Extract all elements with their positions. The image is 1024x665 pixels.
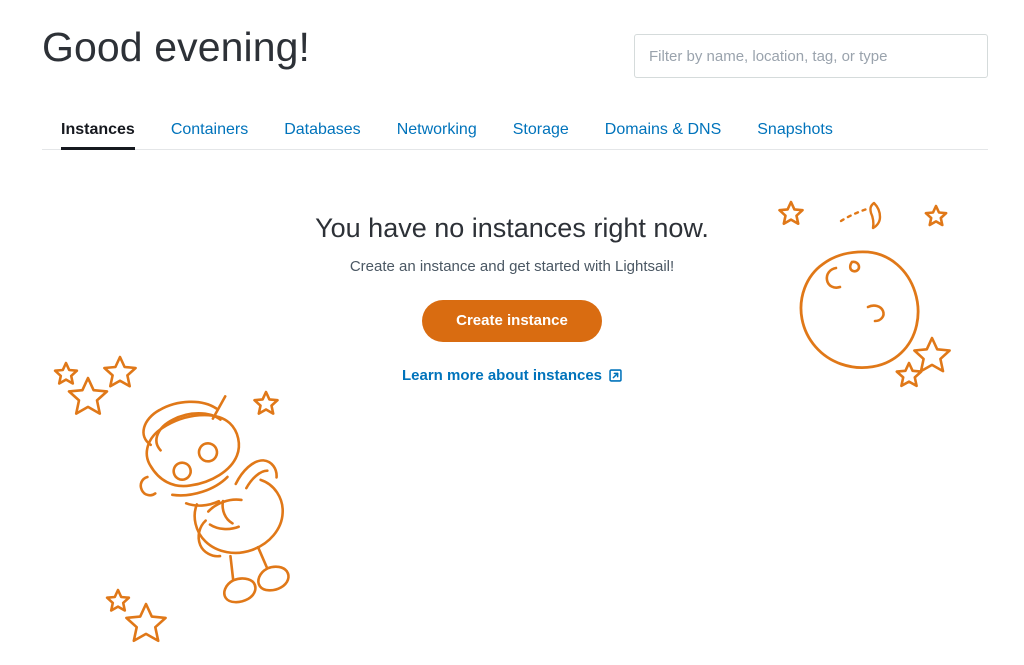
tab-label: Containers <box>170 121 249 138</box>
filter-container <box>634 34 988 78</box>
create-instance-button[interactable]: Create instance <box>422 299 602 343</box>
learn-more-label: Learn more about instances <box>401 367 603 385</box>
page-header: Good evening! <box>0 0 1024 78</box>
tab-label: Snapshots <box>757 121 833 138</box>
tab-label: Networking <box>396 121 477 138</box>
page-title: Good evening! <box>42 24 311 70</box>
tab-instances[interactable]: Instances <box>42 121 153 150</box>
empty-state-subtitle: Create an instance and get started with … <box>349 258 675 276</box>
tab-snapshots[interactable]: Snapshots <box>739 122 851 149</box>
page-root: Good evening! Instances Containers Datab… <box>0 0 1024 665</box>
filter-input[interactable] <box>634 34 988 78</box>
empty-state-title: You have no instances right now. <box>315 213 709 243</box>
tab-list: Instances Containers Databases Networkin… <box>42 121 988 150</box>
tab-label: Domains & DNS <box>604 121 722 138</box>
tab-networking[interactable]: Networking <box>379 122 495 149</box>
tab-containers[interactable]: Containers <box>153 122 266 149</box>
tab-storage[interactable]: Storage <box>495 122 587 149</box>
tab-databases[interactable]: Databases <box>266 122 379 149</box>
tabs-bar: Instances Containers Databases Networkin… <box>42 122 988 150</box>
tab-label: Databases <box>284 121 361 138</box>
external-link-icon <box>609 369 622 383</box>
tab-label: Instances <box>61 121 135 138</box>
tab-label: Storage <box>512 121 569 138</box>
learn-more-row: Learn more about instances <box>0 367 1024 385</box>
tab-domains-dns[interactable]: Domains & DNS <box>587 122 739 149</box>
learn-more-link[interactable]: Learn more about instances <box>402 367 622 384</box>
empty-state: You have no instances right now. Create … <box>0 212 1024 385</box>
